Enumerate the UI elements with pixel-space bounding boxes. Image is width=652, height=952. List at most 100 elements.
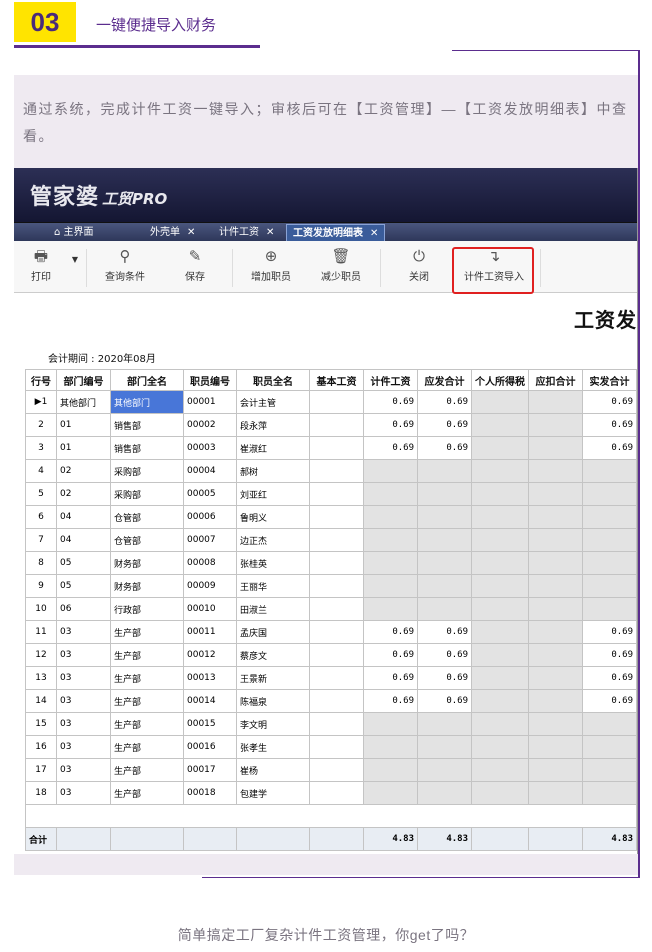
table-cell[interactable] — [471, 735, 529, 759]
close-button[interactable]: ⏻ 关闭 — [404, 245, 434, 283]
table-cell[interactable]: 0.69 — [582, 689, 637, 713]
table-cell[interactable]: 5 — [25, 482, 57, 506]
table-cell[interactable]: 00002 — [183, 413, 237, 437]
table-cell[interactable]: 03 — [56, 643, 111, 667]
table-cell[interactable]: 00012 — [183, 643, 237, 667]
table-cell[interactable] — [471, 758, 529, 782]
table-cell[interactable] — [417, 505, 472, 529]
table-cell[interactable]: 06 — [56, 597, 111, 621]
add-employee-button[interactable]: ⊕ 增加职员 — [246, 245, 296, 283]
table-cell[interactable] — [309, 735, 364, 759]
table-cell[interactable]: 0.69 — [363, 436, 418, 460]
table-cell[interactable]: 7 — [25, 528, 57, 552]
save-button[interactable]: ✎ 保存 — [178, 245, 212, 283]
table-cell[interactable] — [528, 551, 583, 575]
table-cell[interactable]: 生产部 — [110, 666, 184, 690]
table-row[interactable]: 10 06 行政部 00010 田淑兰 — [25, 597, 637, 621]
table-cell[interactable] — [582, 712, 637, 736]
close-icon[interactable]: ✕ — [370, 228, 378, 239]
table-cell[interactable] — [471, 666, 529, 690]
table-row[interactable]: 17 03 生产部 00017 崔杨 — [25, 758, 637, 782]
table-cell[interactable] — [309, 505, 364, 529]
table-cell[interactable]: 00004 — [183, 459, 237, 483]
table-cell[interactable]: 03 — [56, 689, 111, 713]
table-cell[interactable]: 3 — [25, 436, 57, 460]
table-row[interactable]: ▶1 其他部门 其他部门 00001 会计主管 0.69 0.69 0.69 — [25, 390, 637, 414]
table-cell[interactable] — [363, 528, 418, 552]
table-cell[interactable] — [363, 551, 418, 575]
table-cell[interactable] — [363, 712, 418, 736]
table-cell[interactable] — [528, 758, 583, 782]
table-cell[interactable]: 10 — [25, 597, 57, 621]
table-cell[interactable]: 仓管部 — [110, 528, 184, 552]
table-cell[interactable]: 12 — [25, 643, 57, 667]
table-cell[interactable] — [471, 643, 529, 667]
table-cell[interactable] — [363, 482, 418, 506]
table-cell[interactable]: 8 — [25, 551, 57, 575]
tab-wage-detail[interactable]: 工资发放明细表 ✕ — [286, 224, 386, 242]
table-row[interactable]: 11 03 生产部 00011 孟庆国 0.69 0.69 0.69 — [25, 620, 637, 644]
table-cell[interactable] — [471, 689, 529, 713]
table-cell[interactable] — [471, 620, 529, 644]
table-cell[interactable] — [309, 436, 364, 460]
table-row[interactable]: 4 02 采购部 00004 郝树 — [25, 459, 637, 483]
table-cell[interactable] — [528, 413, 583, 437]
table-cell[interactable]: 0.69 — [363, 413, 418, 437]
table-row[interactable]: 16 03 生产部 00016 张孝生 — [25, 735, 637, 759]
close-icon[interactable]: ✕ — [187, 227, 195, 238]
table-cell[interactable] — [363, 459, 418, 483]
table-cell[interactable]: 0.69 — [363, 689, 418, 713]
tab-home[interactable]: ⌂ 主界面 — [48, 224, 100, 242]
col-header[interactable]: 行号 — [25, 369, 57, 391]
table-cell[interactable] — [582, 735, 637, 759]
table-cell[interactable] — [309, 551, 364, 575]
table-cell[interactable]: 0.69 — [417, 643, 472, 667]
table-cell[interactable]: 04 — [56, 528, 111, 552]
table-row[interactable]: 5 02 采购部 00005 刘亚红 — [25, 482, 637, 506]
table-cell[interactable]: 04 — [56, 505, 111, 529]
table-cell[interactable] — [528, 735, 583, 759]
table-cell[interactable] — [417, 482, 472, 506]
col-header[interactable]: 实发合计 — [582, 369, 637, 391]
table-cell[interactable]: 生产部 — [110, 758, 184, 782]
table-cell[interactable]: 00003 — [183, 436, 237, 460]
table-cell[interactable]: 财务部 — [110, 551, 184, 575]
table-cell[interactable]: 00011 — [183, 620, 237, 644]
table-cell[interactable]: 2 — [25, 413, 57, 437]
table-cell[interactable] — [363, 574, 418, 598]
table-cell[interactable] — [582, 574, 637, 598]
table-cell[interactable] — [471, 528, 529, 552]
table-cell[interactable] — [363, 735, 418, 759]
table-row[interactable]: 14 03 生产部 00014 陈福泉 0.69 0.69 0.69 — [25, 689, 637, 713]
table-cell[interactable] — [528, 528, 583, 552]
table-cell[interactable]: 14 — [25, 689, 57, 713]
table-cell[interactable] — [363, 781, 418, 805]
table-cell[interactable] — [417, 712, 472, 736]
table-cell[interactable]: 0.69 — [417, 666, 472, 690]
table-cell[interactable]: 00010 — [183, 597, 237, 621]
table-row[interactable]: 7 04 仓管部 00007 边正杰 — [25, 528, 637, 552]
table-cell[interactable]: 包建学 — [236, 781, 310, 805]
table-cell[interactable]: 其他部门 — [110, 390, 184, 414]
table-cell[interactable]: 孟庆国 — [236, 620, 310, 644]
table-cell[interactable] — [309, 413, 364, 437]
query-button[interactable]: ⚲ 查询条件 — [100, 245, 150, 283]
table-row[interactable]: 18 03 生产部 00018 包建学 — [25, 781, 637, 805]
table-cell[interactable]: 0.69 — [363, 390, 418, 414]
table-cell[interactable] — [417, 735, 472, 759]
table-cell[interactable] — [582, 505, 637, 529]
table-cell[interactable]: 00013 — [183, 666, 237, 690]
table-cell[interactable] — [471, 390, 529, 414]
table-cell[interactable]: 13 — [25, 666, 57, 690]
table-cell[interactable] — [309, 781, 364, 805]
table-cell[interactable]: 00009 — [183, 574, 237, 598]
table-cell[interactable]: 15 — [25, 712, 57, 736]
table-row[interactable]: 8 05 财务部 00008 张桂英 — [25, 551, 637, 575]
table-cell[interactable] — [582, 781, 637, 805]
table-cell[interactable] — [582, 459, 637, 483]
table-cell[interactable] — [528, 643, 583, 667]
tab-piece-wage[interactable]: 计件工资 ✕ — [213, 224, 280, 242]
table-cell[interactable]: ▶1 — [25, 390, 57, 414]
table-cell[interactable]: 0.69 — [582, 436, 637, 460]
table-cell[interactable]: 生产部 — [110, 712, 184, 736]
